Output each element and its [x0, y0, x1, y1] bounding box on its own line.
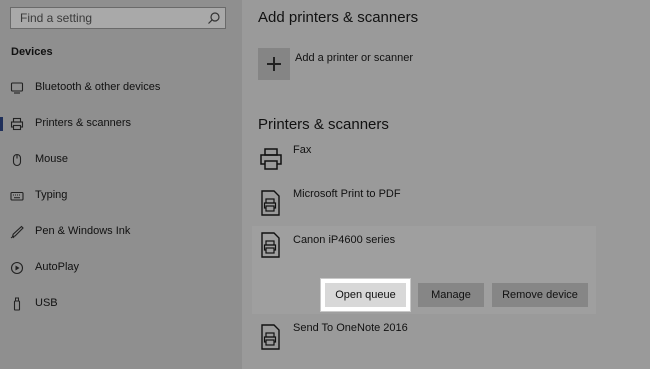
- sidebar-item-printers-scanners[interactable]: Printers & scanners: [0, 109, 242, 139]
- device-name: Microsoft Print to PDF: [293, 188, 401, 200]
- manage-button[interactable]: Manage: [418, 283, 484, 307]
- keyboard-icon: [10, 191, 24, 201]
- autoplay-icon: [10, 261, 24, 275]
- sidebar-item-pen-windows-ink[interactable]: Pen & Windows Ink: [0, 217, 242, 247]
- search-input[interactable]: [11, 8, 200, 28]
- printer-icon: [10, 117, 24, 131]
- open-queue-button[interactable]: Open queue: [321, 279, 410, 311]
- device-item-microsoft-print-to-pdf[interactable]: Microsoft Print to PDF: [252, 186, 596, 226]
- sidebar-item-label: Pen & Windows Ink: [35, 225, 131, 237]
- add-printers-heading: Add printers & scanners: [258, 9, 419, 26]
- document-printer-icon: [261, 324, 280, 350]
- sidebar-item-label: Printers & scanners: [35, 117, 131, 129]
- sidebar-item-autoplay[interactable]: AutoPlay: [0, 253, 242, 283]
- sidebar-item-mouse[interactable]: Mouse: [0, 145, 242, 175]
- main-content: Add printers & scanners Add a printer or…: [242, 0, 650, 369]
- sidebar-item-bluetooth[interactable]: Bluetooth & other devices: [0, 73, 242, 103]
- device-item-fax[interactable]: Fax: [252, 142, 596, 182]
- sidebar-item-label: Bluetooth & other devices: [35, 81, 161, 93]
- device-item-send-to-onenote[interactable]: Send To OneNote 2016: [252, 320, 596, 360]
- sidebar-section-title: Devices: [11, 46, 53, 58]
- remove-device-button[interactable]: Remove device: [492, 283, 588, 307]
- printers-heading: Printers & scanners: [258, 116, 389, 133]
- device-name: Canon iP4600 series: [293, 234, 396, 246]
- add-printer-label[interactable]: Add a printer or scanner: [295, 52, 413, 64]
- plus-icon-vertical: [273, 57, 275, 71]
- usb-icon: [13, 297, 21, 311]
- sidebar-item-usb[interactable]: USB: [0, 289, 242, 319]
- device-name: Send To OneNote 2016: [293, 322, 408, 334]
- sidebar-item-typing[interactable]: Typing: [0, 181, 242, 211]
- document-printer-icon: [261, 190, 280, 216]
- sidebar-item-label: Mouse: [35, 153, 69, 165]
- device-name: Fax: [293, 144, 312, 156]
- sidebar-item-label: AutoPlay: [35, 261, 80, 273]
- fax-icon: [260, 148, 282, 170]
- active-indicator: [0, 117, 3, 131]
- search-icon[interactable]: [207, 11, 221, 25]
- bluetooth-icon: [10, 82, 24, 94]
- sidebar-item-label: USB: [35, 297, 58, 309]
- search-box[interactable]: [10, 7, 226, 29]
- mouse-icon: [12, 153, 22, 167]
- add-printer-button[interactable]: [258, 48, 290, 80]
- sidebar-item-label: Typing: [35, 189, 68, 201]
- document-printer-icon: [261, 232, 280, 258]
- sidebar: Devices Bluetooth & other devices Printe…: [0, 0, 242, 369]
- pen-icon: [10, 225, 24, 239]
